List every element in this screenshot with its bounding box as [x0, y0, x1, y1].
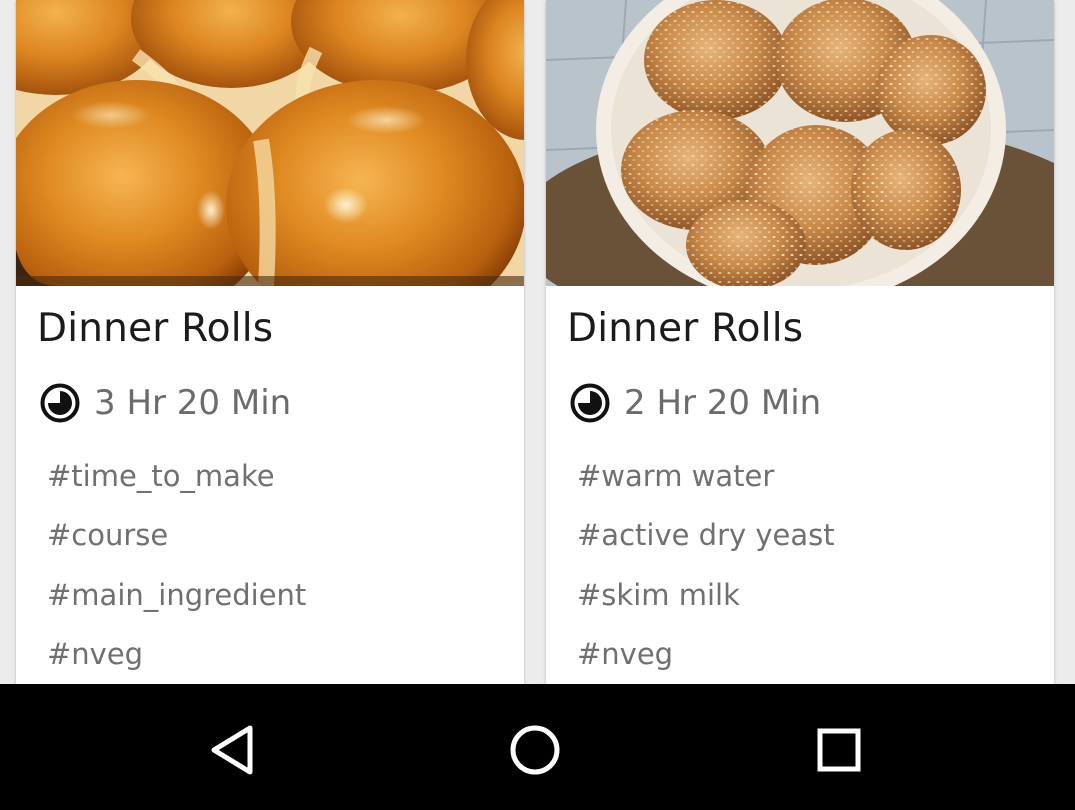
tag-link[interactable]: #course	[47, 515, 306, 574]
recipe-grid: Dinner Rolls 3 Hr 20 Min #time_to_make #…	[0, 0, 1075, 684]
clock-icon	[40, 383, 80, 423]
system-navigation-bar	[0, 684, 1075, 810]
sesame-buns-on-plate-photo	[546, 0, 1054, 286]
recipe-title: Dinner Rolls	[567, 306, 804, 351]
cook-time-text: 2 Hr 20 Min	[624, 383, 822, 423]
tag-link[interactable]: #nveg	[47, 634, 306, 684]
tag-list: #time_to_make #course #main_ingredient #…	[47, 456, 306, 684]
clock-icon	[570, 383, 610, 423]
recipe-card[interactable]: Dinner Rolls 2 Hr 20 Min #warm water #ac…	[546, 0, 1054, 684]
cook-time: 3 Hr 20 Min	[40, 382, 291, 424]
tag-link[interactable]: #main_ingredient	[47, 575, 306, 634]
back-triangle-icon	[211, 725, 253, 775]
home-circle-icon	[510, 725, 560, 775]
recipe-title: Dinner Rolls	[37, 306, 274, 351]
recents-button[interactable]	[809, 720, 869, 780]
baked-rolls-in-pan-photo	[16, 0, 524, 286]
tag-list: #warm water #active dry yeast #skim milk…	[577, 456, 835, 684]
tag-link[interactable]: #warm water	[577, 456, 835, 515]
home-button[interactable]	[505, 720, 565, 780]
cook-time-text: 3 Hr 20 Min	[94, 383, 292, 423]
recipe-photo[interactable]	[16, 0, 524, 286]
tag-link[interactable]: #skim milk	[577, 575, 835, 634]
back-button[interactable]	[204, 720, 264, 780]
cook-time: 2 Hr 20 Min	[570, 382, 821, 424]
tag-link[interactable]: #nveg	[577, 634, 835, 684]
recipe-card[interactable]: Dinner Rolls 3 Hr 20 Min #time_to_make #…	[16, 0, 524, 684]
recipe-photo[interactable]	[546, 0, 1054, 286]
tag-link[interactable]: #active dry yeast	[577, 515, 835, 574]
recents-square-icon	[817, 728, 861, 772]
tag-link[interactable]: #time_to_make	[47, 456, 306, 515]
